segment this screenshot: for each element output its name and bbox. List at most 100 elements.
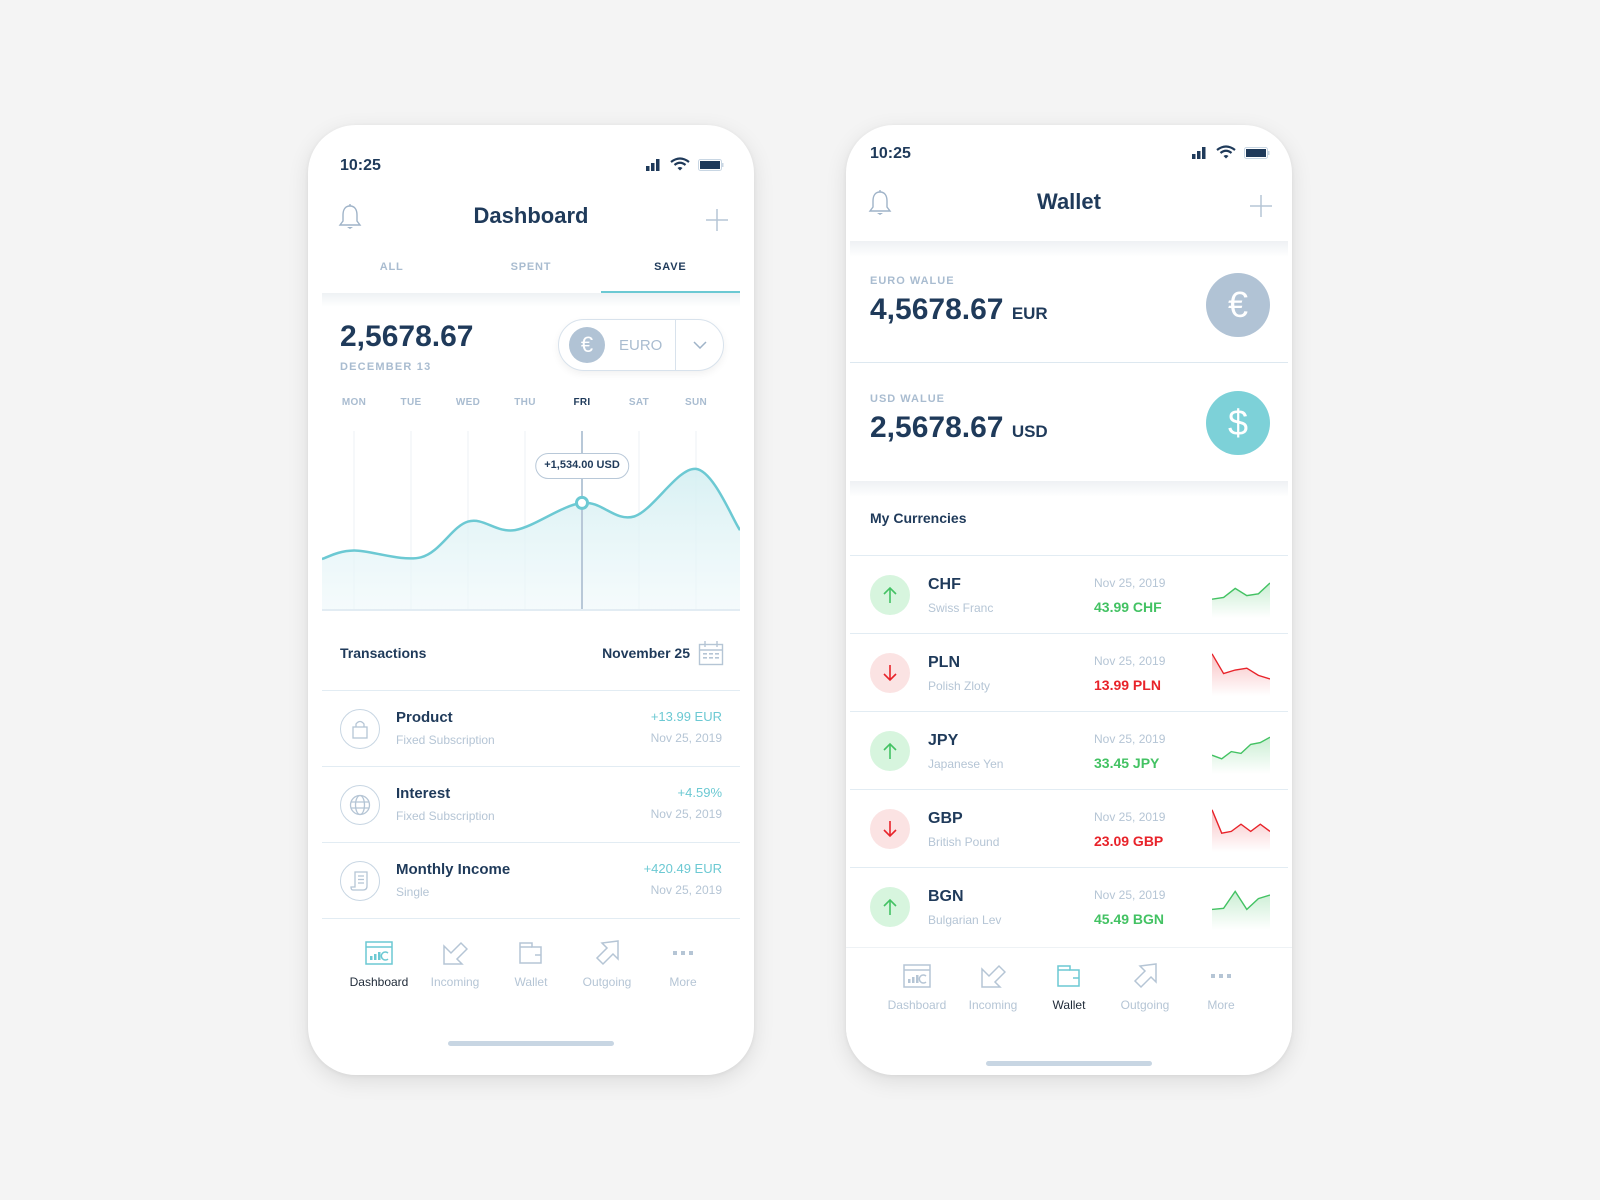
plus-icon[interactable] <box>706 209 728 236</box>
euro-icon: € <box>1206 273 1270 337</box>
currency-name: Bulgarian Lev <box>928 913 1002 927</box>
my-currencies-title: My Currencies <box>870 510 967 526</box>
currency-code: CHF <box>928 576 961 593</box>
wallet-icon <box>1031 960 1107 992</box>
wifi-icon <box>1216 145 1236 159</box>
bottom-tab-incoming[interactable]: Incoming <box>955 948 1031 1037</box>
currency-label: EURO <box>619 336 663 354</box>
dashboard-icon <box>341 937 417 969</box>
bottom-tab-outgoing[interactable]: Outgoing <box>569 927 645 1017</box>
dashboard-phone: 10:25 Dashboard ALL SPENT SAVE 2,5678.67… <box>308 125 754 1075</box>
wallet-phone: 10:25 Wallet EURO WALUE 4,5678.67 EUR € … <box>846 125 1292 1075</box>
usd-value-unit: USD <box>1011 422 1048 441</box>
tab-label: Wallet <box>1052 998 1086 1012</box>
globe-icon <box>340 785 380 825</box>
signal-icon <box>646 159 660 171</box>
transaction-name: Monthly Income <box>396 861 511 878</box>
status-time: 10:25 <box>870 145 911 162</box>
currency-name: Japanese Yen <box>928 757 1004 771</box>
euro-value-card[interactable]: EURO WALUE 4,5678.67 EUR € <box>850 245 1288 363</box>
transaction-name: Product <box>396 709 453 726</box>
bottom-tab-dashboard[interactable]: Dashboard <box>879 948 955 1037</box>
more-icon <box>1183 960 1259 992</box>
lock-icon <box>340 709 380 749</box>
transaction-row[interactable]: Interest Fixed Subscription +4.59% Nov 2… <box>322 766 740 842</box>
calendar-icon[interactable] <box>698 640 724 671</box>
usd-value-card[interactable]: USD WALUE 2,5678.67 USD $ <box>850 363 1288 481</box>
currency-row[interactable]: BGN Bulgarian Lev Nov 25, 2019 45.49 BGN <box>850 867 1288 945</box>
sparkline-area <box>1212 583 1270 618</box>
nav-header: Wallet <box>846 189 1292 239</box>
transaction-amount: +4.59% <box>677 785 722 800</box>
currency-code: PLN <box>928 654 960 671</box>
balance-amount: 2,5678.67 <box>340 320 474 353</box>
tab-spent[interactable]: SPENT <box>461 253 600 293</box>
nav-header: Dashboard <box>308 199 754 249</box>
receipt-icon <box>340 861 380 901</box>
page-title: Wallet <box>1037 189 1101 214</box>
tab-label: Outgoing <box>1120 998 1170 1012</box>
currencies-list: CHF Swiss Franc Nov 25, 2019 43.99 CHF PLN Po… <box>850 555 1288 945</box>
status-icons <box>1192 145 1270 159</box>
arrow-up-icon <box>870 731 910 771</box>
transaction-date: Nov 25, 2019 <box>650 807 722 821</box>
plus-icon[interactable] <box>1250 195 1272 222</box>
filter-tabs: ALL SPENT SAVE <box>322 253 741 293</box>
transaction-type: Single <box>396 885 430 899</box>
bottom-tab-dashboard[interactable]: Dashboard <box>341 927 417 1017</box>
home-indicator[interactable] <box>986 1061 1152 1066</box>
arrow-down-icon <box>870 653 910 693</box>
sparkline-area <box>1212 653 1270 696</box>
transaction-amount: +13.99 EUR <box>650 709 722 724</box>
bottom-tab-incoming[interactable]: Incoming <box>417 927 493 1017</box>
currency-code: GBP <box>928 810 963 827</box>
chart-svg <box>322 431 740 611</box>
tab-all[interactable]: ALL <box>322 253 461 293</box>
battery-icon <box>1244 147 1270 159</box>
battery-icon <box>698 159 724 171</box>
tabs-divider <box>322 293 740 307</box>
currency-select[interactable]: € EURO <box>558 319 724 371</box>
currency-amount: 23.09 GBP <box>1094 833 1164 849</box>
wallet-icon <box>493 937 569 969</box>
chevron-down-icon[interactable] <box>676 341 723 349</box>
bottom-tab-wallet[interactable]: Wallet <box>1031 948 1107 1037</box>
currency-code: BGN <box>928 888 964 905</box>
bottom-tab-more[interactable]: More <box>645 927 721 1017</box>
transaction-name: Interest <box>396 785 451 802</box>
currency-date: Nov 25, 2019 <box>1094 732 1166 746</box>
currency-row[interactable]: GBP British Pound Nov 25, 2019 23.09 GBP <box>850 789 1288 867</box>
arrow-up-icon <box>870 887 910 927</box>
currency-row[interactable]: JPY Japanese Yen Nov 25, 2019 33.45 JPY <box>850 711 1288 789</box>
cards-divider <box>850 481 1288 497</box>
status-bar: 10:25 <box>846 145 1292 175</box>
bottom-tab-more[interactable]: More <box>1183 948 1259 1037</box>
tab-label: Dashboard <box>349 975 409 989</box>
home-indicator[interactable] <box>448 1041 614 1046</box>
currency-row[interactable]: CHF Swiss Franc Nov 25, 2019 43.99 CHF <box>850 555 1288 633</box>
status-time: 10:25 <box>340 157 381 174</box>
arrow-up-icon <box>870 575 910 615</box>
dollar-icon: $ <box>1206 391 1270 455</box>
transactions-title: Transactions <box>340 645 427 661</box>
tab-label: More <box>1207 998 1235 1012</box>
euro-value-amount: 4,5678.67 EUR <box>870 293 1048 327</box>
tab-label: Incoming <box>968 998 1018 1012</box>
tab-save[interactable]: SAVE <box>600 253 741 293</box>
bottom-tab-outgoing[interactable]: Outgoing <box>1107 948 1183 1037</box>
currency-name: British Pound <box>928 835 1000 849</box>
transaction-row[interactable]: Monthly Income Single +420.49 EUR Nov 25… <box>322 842 740 918</box>
chart-area <box>322 468 740 610</box>
bottom-tab-wallet[interactable]: Wallet <box>493 927 569 1017</box>
status-icons <box>646 157 724 171</box>
dashboard-icon <box>879 960 955 992</box>
currency-date: Nov 25, 2019 <box>1094 810 1166 824</box>
transaction-row[interactable]: Product Fixed Subscription +13.99 EUR No… <box>322 690 740 766</box>
transaction-type: Fixed Subscription <box>396 733 495 747</box>
currency-date: Nov 25, 2019 <box>1094 654 1166 668</box>
currency-row[interactable]: PLN Polish Zloty Nov 25, 2019 13.99 PLN <box>850 633 1288 711</box>
active-point[interactable] <box>575 495 589 510</box>
arrow-down-icon <box>870 809 910 849</box>
transactions-header: Transactions November 25 <box>340 640 724 670</box>
transaction-amount: +420.49 EUR <box>643 861 722 876</box>
